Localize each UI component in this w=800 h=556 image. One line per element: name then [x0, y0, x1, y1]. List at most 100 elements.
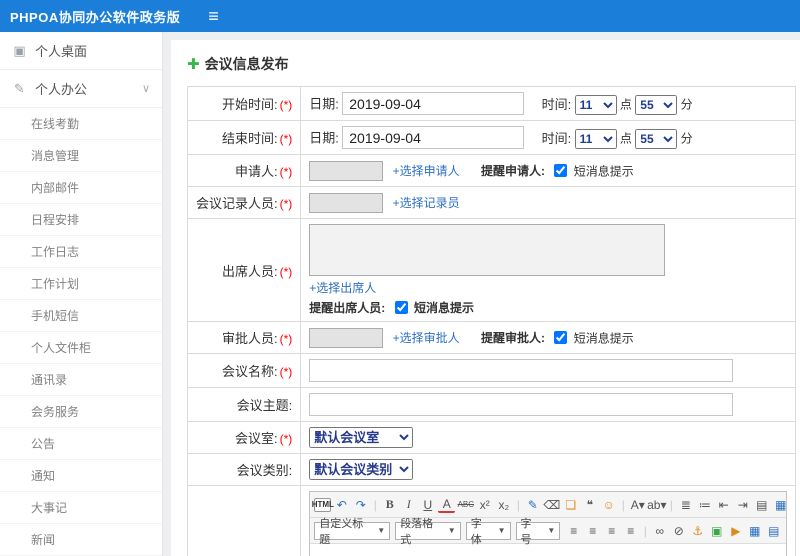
- unordered-list-button[interactable]: ≔: [696, 496, 713, 514]
- highlight-color-button[interactable]: ab▾: [647, 496, 666, 514]
- date-label: 日期:: [309, 96, 339, 112]
- toolbar-separator[interactable]: |: [514, 496, 522, 514]
- form-row-approver: 审批人员: (*) +选择审批人 提醒审批人: 短消息提示: [186, 321, 797, 354]
- meeting-name-input[interactable]: [309, 359, 734, 382]
- approver-input[interactable]: [309, 327, 384, 348]
- start-minute-select[interactable]: 55: [635, 94, 678, 115]
- pencil-button[interactable]: ✎: [524, 496, 541, 514]
- underline-button[interactable]: U: [419, 496, 436, 514]
- editor-content-area[interactable]: [310, 544, 787, 556]
- indent-button[interactable]: ⇥: [734, 496, 751, 514]
- chevron-down-icon: ▼: [497, 526, 506, 535]
- sidebar-item[interactable]: 通讯录: [0, 364, 162, 396]
- select-approver-link[interactable]: +选择审批人: [393, 331, 460, 345]
- blockquote-button[interactable]: ❝: [581, 496, 598, 514]
- topbar: PHPOA协同办公软件政务版 ≡: [0, 0, 800, 32]
- align-center-button[interactable]: ≡: [584, 522, 601, 540]
- select-applicant-link[interactable]: +选择申请人: [393, 164, 460, 178]
- meeting-form: 开始时间:(*) 日期: 时间: 11 点 55 分 结束时间:(*): [186, 86, 797, 556]
- sidebar-item[interactable]: 消息管理: [0, 140, 162, 172]
- media-button[interactable]: ▶: [727, 522, 744, 540]
- calendar-button[interactable]: ▤: [765, 522, 782, 540]
- meeting-name-label: 会议名称:: [222, 364, 278, 379]
- sidebar-item[interactable]: 个人文件柜: [0, 332, 162, 364]
- font-size-select[interactable]: 字号 ▼: [515, 518, 561, 546]
- table-button[interactable]: ▦: [746, 522, 763, 540]
- subscript-button[interactable]: x₂: [495, 496, 512, 514]
- sidebar-item[interactable]: 工作计划: [0, 268, 162, 300]
- sidebar-item[interactable]: 在线考勤: [0, 108, 162, 140]
- font-size-select-label: 字号: [520, 517, 532, 546]
- sidebar-item[interactable]: 手机短信: [0, 300, 162, 332]
- outdent-button[interactable]: ⇤: [715, 496, 732, 514]
- new-page-button[interactable]: ▤: [753, 496, 770, 514]
- meeting-subject-input[interactable]: [309, 393, 734, 416]
- ordered-list-button[interactable]: ≣: [677, 496, 694, 514]
- insert-image-button[interactable]: ▦: [772, 496, 789, 514]
- sms-hint-label: 短消息提示: [573, 331, 634, 345]
- font-color-button[interactable]: A: [438, 497, 456, 513]
- sidebar-item[interactable]: 工作日志: [0, 236, 162, 268]
- start-hour-select[interactable]: 11: [574, 94, 617, 115]
- attendees-sms-checkbox[interactable]: [394, 301, 408, 314]
- emoticon-button[interactable]: ☺: [600, 496, 617, 514]
- rich-text-editor: HTML ↶ ↷ | B I U A ABC x² x₂ | ✎ ⌫ ❏ ❝ ☺ | A▾ ab▾ | ≣ ≔ ⇤ ⇥ ▤ ▦ 自定…: [309, 491, 789, 556]
- bold-button[interactable]: B: [381, 496, 398, 514]
- attendees-textarea[interactable]: [309, 224, 666, 276]
- form-row-recorder: 会议记录人员: (*) +选择记录员: [186, 186, 797, 219]
- eraser-button[interactable]: ⌫: [543, 496, 560, 514]
- start-date-input[interactable]: [342, 92, 525, 115]
- align-left-button[interactable]: ≡: [565, 522, 582, 540]
- end-date-input[interactable]: [342, 126, 525, 149]
- paragraph-format-select[interactable]: 段落格式 ▼: [395, 518, 461, 546]
- meeting-room-select[interactable]: 默认会议室: [309, 427, 414, 448]
- html-source-button[interactable]: HTML: [312, 497, 334, 512]
- minute-unit-label: 分: [680, 97, 693, 112]
- text-color-button[interactable]: A▾: [629, 496, 646, 514]
- format-painter-button[interactable]: ❏: [562, 496, 579, 514]
- sidebar-item[interactable]: 日程安排: [0, 204, 162, 236]
- custom-title-select-label: 自定义标题: [319, 517, 364, 546]
- paragraph-format-select-label: 段落格式: [400, 517, 434, 546]
- toolbar-separator[interactable]: |: [371, 496, 379, 514]
- toolbar-separator[interactable]: |: [619, 496, 627, 514]
- anchor-button[interactable]: ⚓: [689, 522, 706, 540]
- align-justify-button[interactable]: ≡: [622, 522, 639, 540]
- italic-button[interactable]: I: [400, 496, 417, 514]
- sidebar-item[interactable]: 会务服务: [0, 396, 162, 428]
- chevron-down-icon: ▼: [447, 526, 456, 535]
- font-family-select[interactable]: 字体 ▼: [465, 518, 511, 546]
- select-attendees-link[interactable]: +选择出席人: [309, 281, 376, 295]
- sidebar-section-personal-office[interactable]: ✎ 个人办公 ∨: [0, 70, 162, 108]
- meeting-type-label: 会议类别:: [236, 463, 293, 478]
- sidebar-item[interactable]: 公告: [0, 428, 162, 460]
- link-button[interactable]: ∞: [651, 522, 668, 540]
- approver-sms-checkbox[interactable]: [554, 331, 568, 344]
- custom-title-select[interactable]: 自定义标题 ▼: [314, 518, 391, 546]
- hamburger-menu-icon[interactable]: ≡: [208, 7, 219, 25]
- strikethrough-button[interactable]: ABC: [457, 496, 474, 514]
- toolbar-separator[interactable]: |: [641, 522, 649, 540]
- unlink-button[interactable]: ⊘: [670, 522, 687, 540]
- superscript-button[interactable]: x²: [476, 496, 493, 514]
- select-recorder-link[interactable]: +选择记录员: [393, 196, 460, 210]
- image-button[interactable]: ▣: [708, 522, 725, 540]
- end-minute-select[interactable]: 55: [635, 128, 678, 149]
- required-mark: (*): [279, 332, 293, 346]
- sidebar-item[interactable]: 内部邮件: [0, 172, 162, 204]
- align-right-button[interactable]: ≡: [603, 522, 620, 540]
- start-time-label: 开始时间:: [222, 97, 278, 112]
- meeting-type-select[interactable]: 默认会议类别: [309, 459, 414, 480]
- toolbar-separator[interactable]: |: [667, 496, 675, 514]
- redo-button[interactable]: ↷: [352, 496, 369, 514]
- sidebar-item[interactable]: 大事记: [0, 492, 162, 524]
- sidebar-item[interactable]: 新闻: [0, 524, 162, 556]
- sidebar-item-desktop[interactable]: ▣ 个人桌面: [0, 32, 162, 70]
- applicant-sms-checkbox[interactable]: [554, 164, 568, 177]
- hour-unit-label: 点: [619, 97, 632, 112]
- end-hour-select[interactable]: 11: [574, 128, 617, 149]
- applicant-input[interactable]: [309, 160, 384, 181]
- undo-button[interactable]: ↶: [333, 496, 350, 514]
- sidebar-item[interactable]: 通知: [0, 460, 162, 492]
- recorder-input[interactable]: [309, 192, 384, 213]
